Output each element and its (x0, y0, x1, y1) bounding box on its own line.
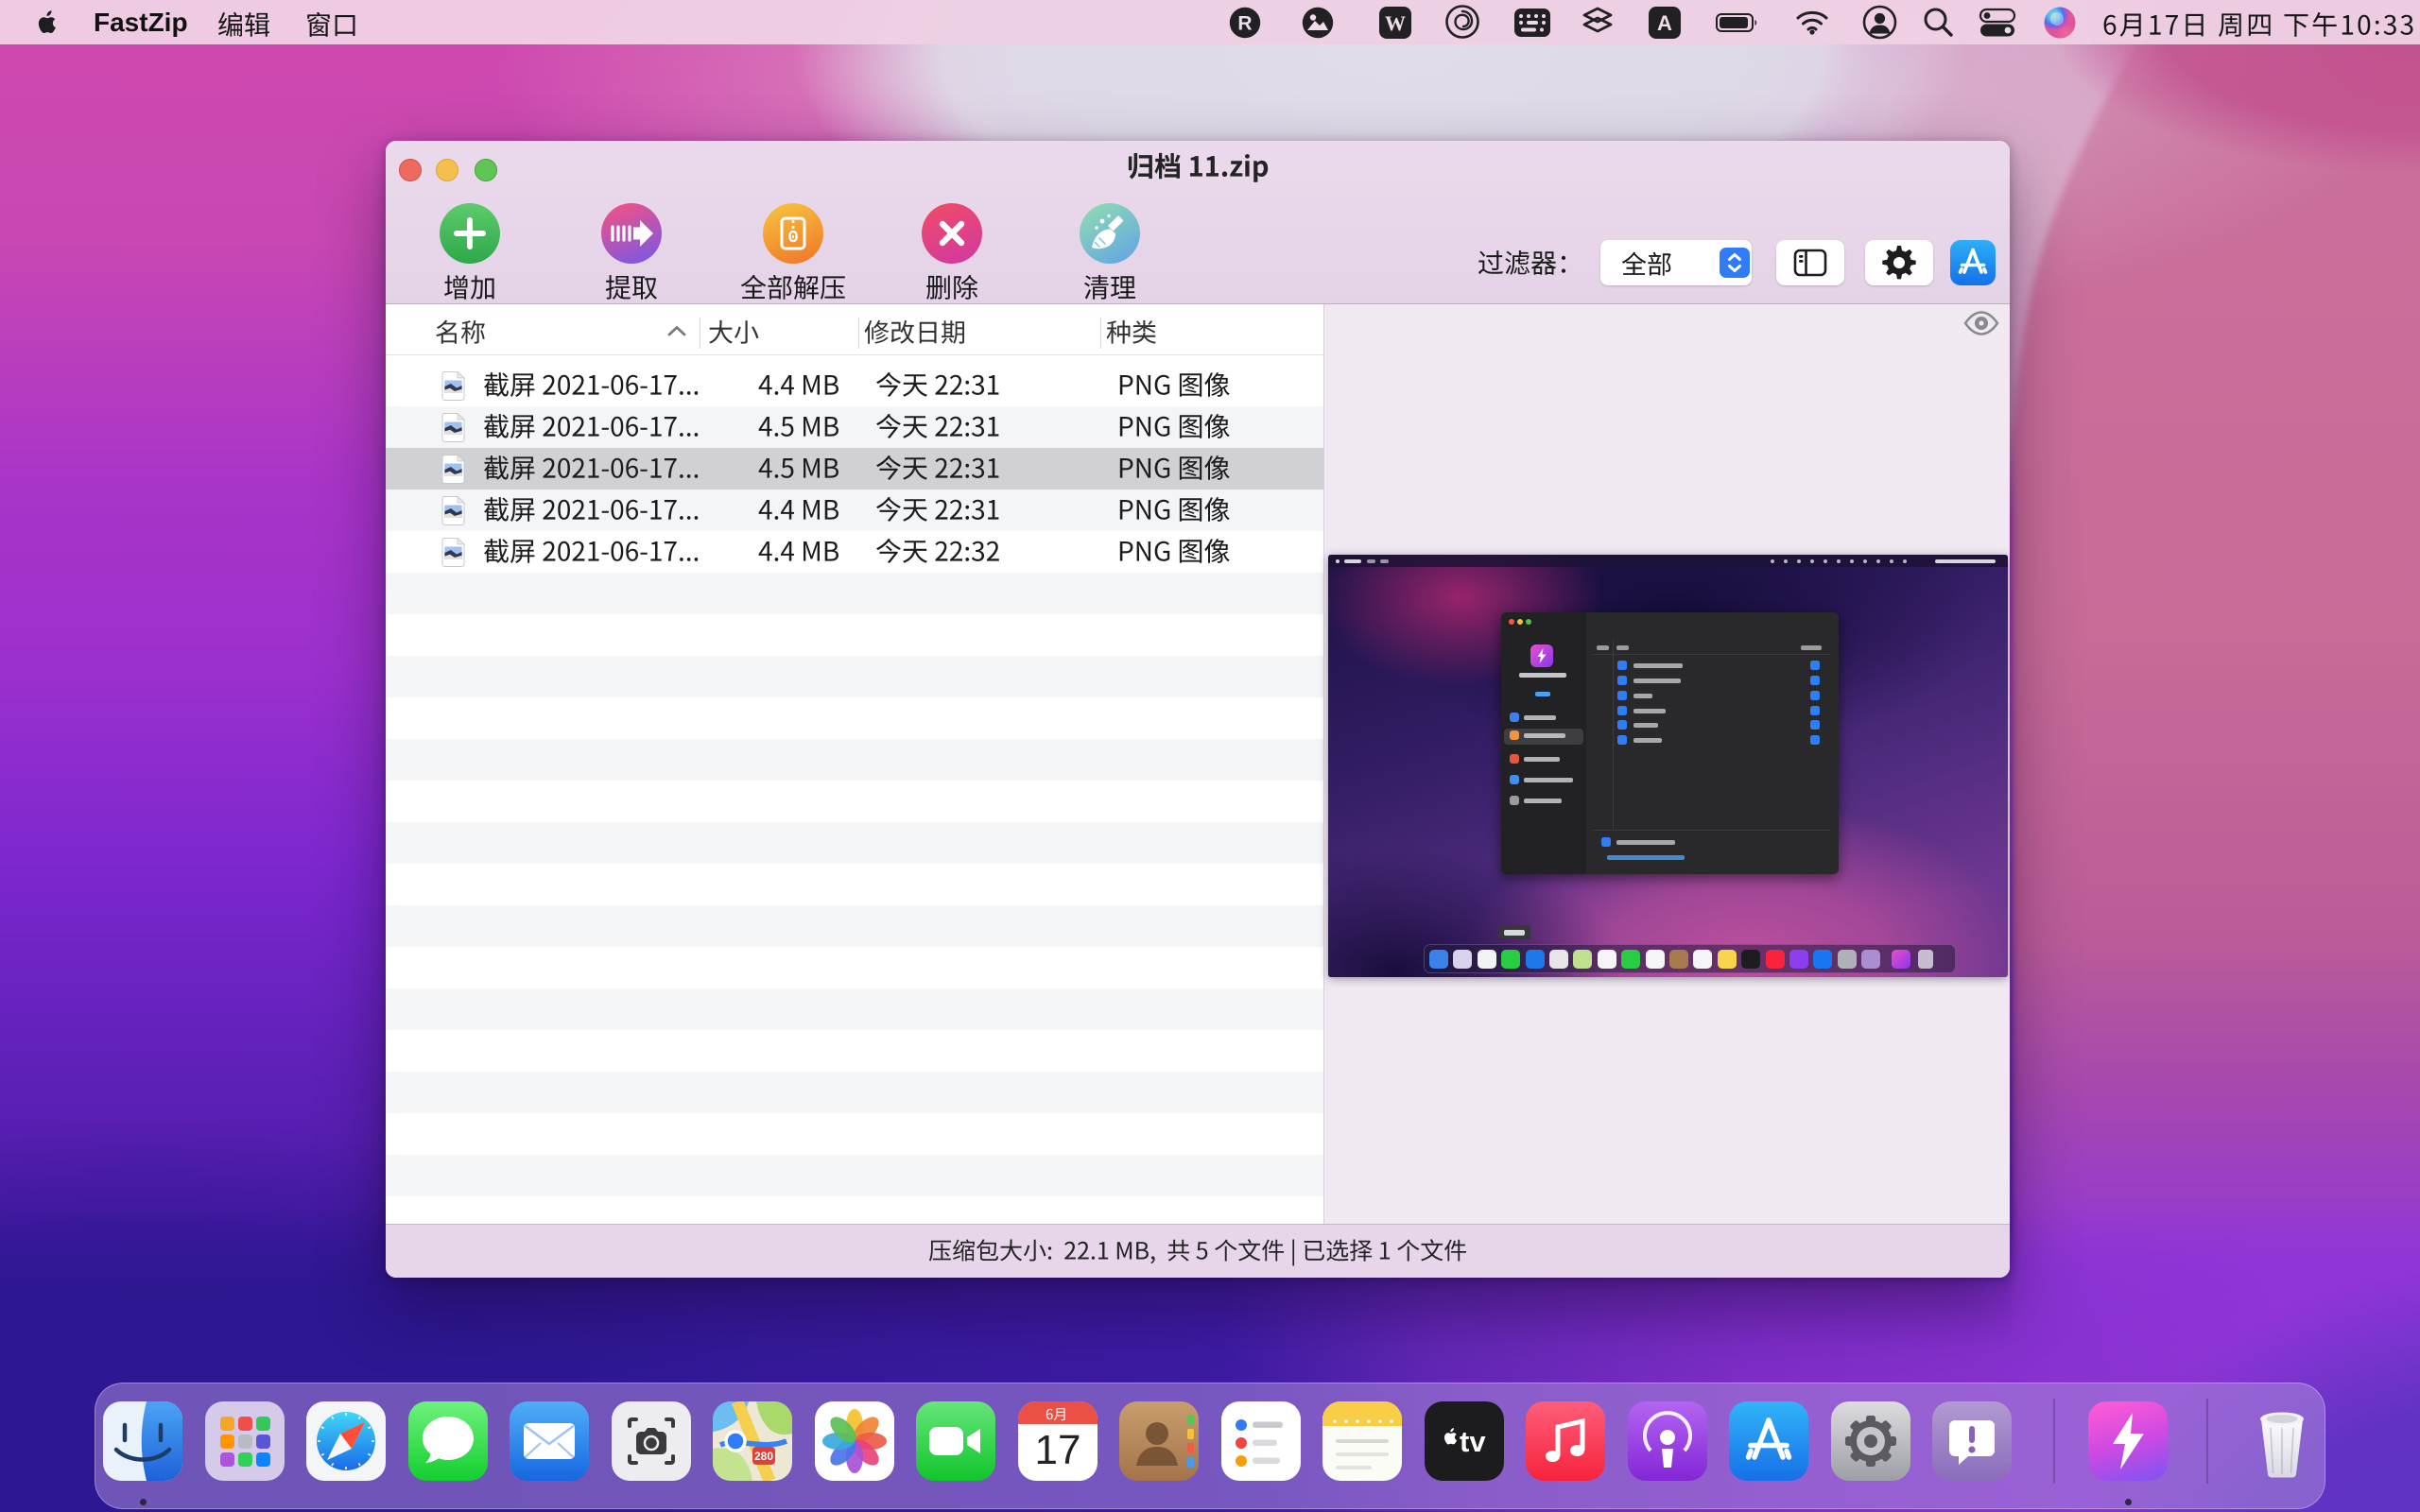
svg-text:17: 17 (1034, 1427, 1080, 1473)
svg-text:W: W (1385, 11, 1406, 35)
svg-text:A: A (1657, 11, 1672, 35)
svg-text:tv: tv (1460, 1425, 1486, 1458)
svg-text:R: R (1237, 13, 1252, 35)
svg-text:280: 280 (754, 1450, 773, 1463)
